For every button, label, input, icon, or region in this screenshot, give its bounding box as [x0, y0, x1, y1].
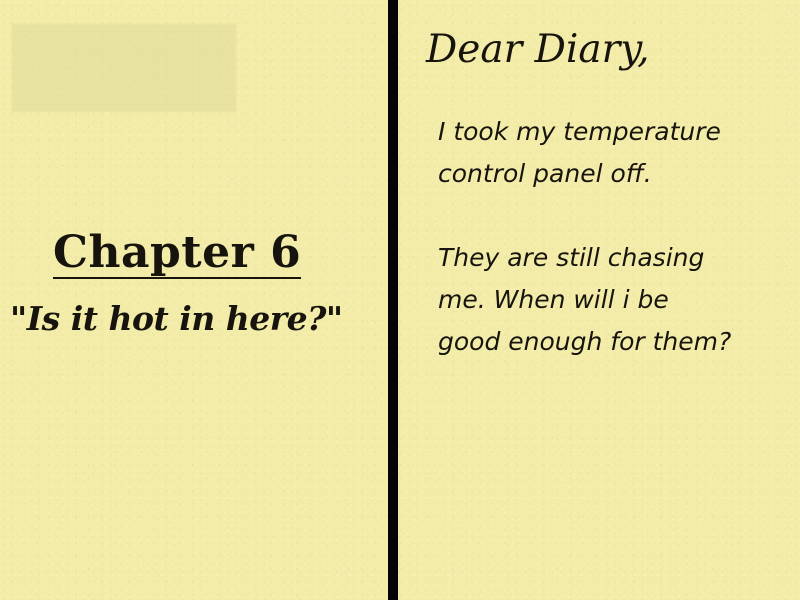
- page-divider: [388, 0, 398, 600]
- right-page: Dear Diary, I took my temperature contro…: [398, 0, 800, 600]
- diary-paragraph-2: They are still chasing me. When will i b…: [438, 243, 732, 356]
- chapter-subtitle: "Is it hot in here?": [10, 299, 343, 338]
- diary-heading: Dear Diary,: [426, 27, 650, 72]
- faded-box: [12, 24, 236, 112]
- left-page: Chapter 6 "Is it hot in here?": [0, 0, 388, 600]
- chapter-title: Chapter 6: [53, 227, 302, 279]
- diary-paragraph-1: I took my temperature control panel off.: [438, 117, 721, 188]
